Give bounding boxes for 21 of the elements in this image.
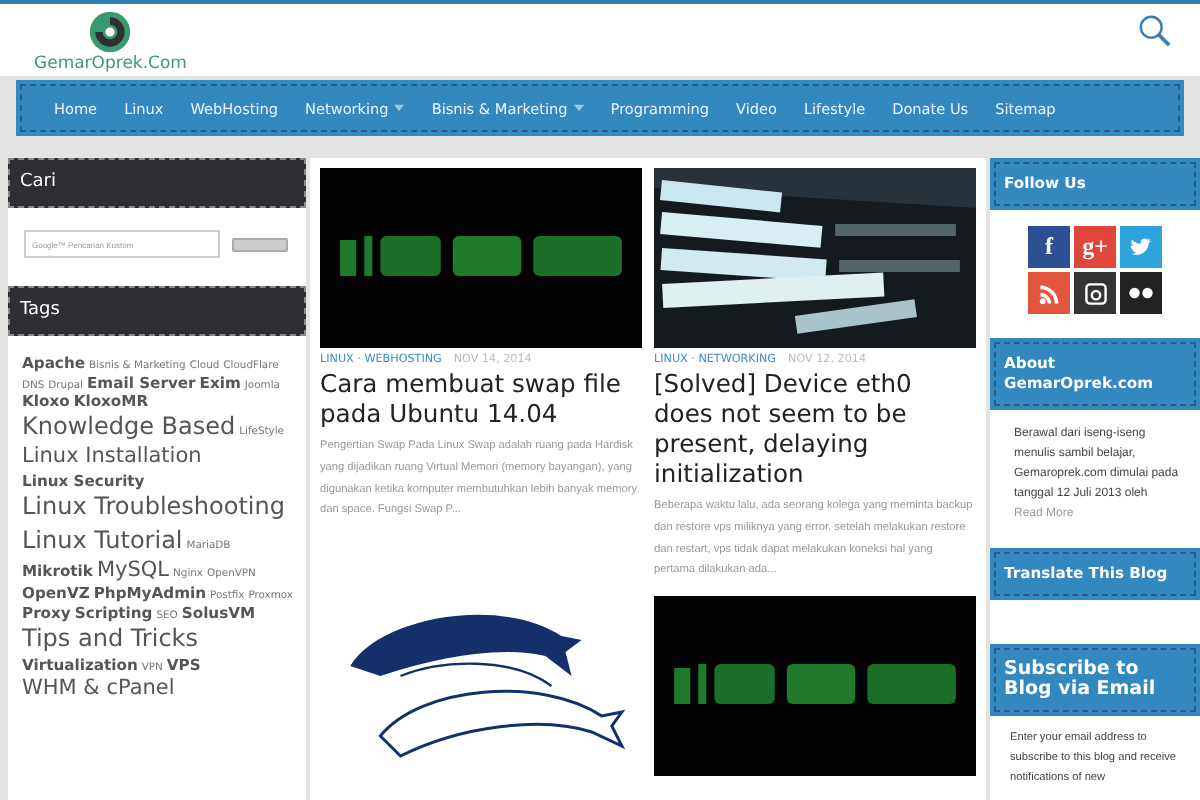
post-title[interactable]: [Solved] Device eth0 does not seem to be present, delaying initialization	[654, 370, 976, 490]
search-button[interactable]	[232, 237, 288, 251]
tag-link[interactable]: WHM & cPanel	[22, 675, 175, 702]
tag-link[interactable]: Linux Tutorial	[22, 524, 183, 559]
post-title[interactable]: Cara membuat swap file pada Ubuntu 14.04	[320, 370, 642, 430]
tag-link[interactable]: Knowledge Based	[22, 410, 236, 445]
camera-icon[interactable]	[1074, 272, 1116, 314]
tag-link[interactable]: Tips and Tricks	[22, 622, 199, 657]
search-icon[interactable]	[1138, 14, 1172, 48]
tag-link[interactable]: Linux Troubleshooting	[22, 490, 285, 525]
tag-link[interactable]: MySQL	[96, 558, 170, 585]
widget-title: Tags	[8, 286, 306, 336]
google-plus-icon[interactable]: g+	[1074, 226, 1116, 268]
widget-title: Subscribe to Blog via Email	[994, 648, 1196, 712]
logo-icon	[88, 10, 133, 54]
widget-title: Cari	[8, 158, 306, 208]
tag-link[interactable]: Linux Installation	[22, 444, 202, 472]
site-name[interactable]: GemarOprek.Com	[34, 54, 187, 74]
rss-icon[interactable]	[1028, 272, 1070, 314]
flickr-icon[interactable]	[1120, 272, 1162, 314]
facebook-icon[interactable]: f	[1028, 226, 1070, 268]
